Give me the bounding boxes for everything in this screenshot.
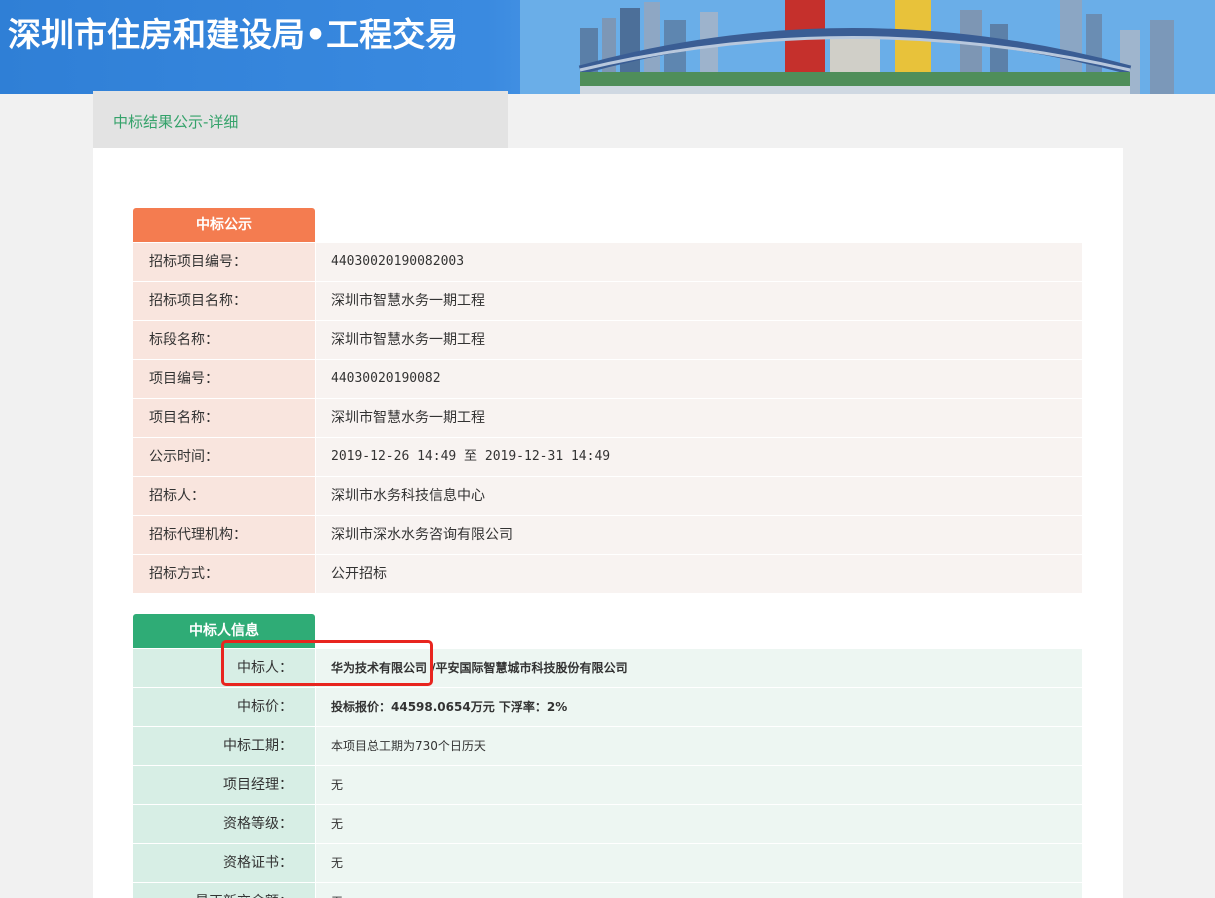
row-label: 标段名称： [133, 321, 315, 359]
table-row: 标段名称： 深圳市智慧水务一期工程 [133, 321, 1082, 360]
row-value: 44030020190082003 [315, 243, 1082, 281]
row-value: 深圳市深水水务咨询有限公司 [315, 516, 1082, 554]
site-header: 深圳市住房和建设局•工程交易 [0, 0, 1215, 94]
row-label: 项目名称： [133, 399, 315, 437]
row-value: 深圳市智慧水务一期工程 [315, 282, 1082, 320]
row-value: 无 [315, 805, 1082, 843]
winner-info-table: 中标人： 华为技术有限公司 /平安国际智慧城市科技股份有限公司 中标价： 投标报价：… [133, 649, 1082, 898]
city-skyline-banner [520, 0, 1215, 94]
row-value: 深圳市智慧水务一期工程 [315, 321, 1082, 359]
row-value: 公开招标 [315, 555, 1082, 593]
table-row: 招标项目编号： 44030020190082003 [133, 243, 1082, 282]
table-row: 中标价： 投标报价：44598.0654万元 下浮率：2% [133, 688, 1082, 727]
row-value: 本项目总工期为730个日历天 [315, 727, 1082, 765]
row-label: 项目编号： [133, 360, 315, 398]
site-title: 深圳市住房和建设局•工程交易 [8, 15, 459, 54]
breadcrumb: 中标结果公示-详细 [93, 91, 508, 148]
table-row: 最正新交金额：无 [133, 883, 1082, 898]
breadcrumb-label: 中标结果公示-详细 [113, 113, 239, 131]
row-value: 深圳市水务科技信息中心 [315, 477, 1082, 515]
row-label: 招标方式： [133, 555, 315, 593]
table-row: 项目经理：无 [133, 766, 1082, 805]
table-row: 项目名称： 深圳市智慧水务一期工程 [133, 399, 1082, 438]
section-tab-bid-notice: 中标公示 [133, 208, 315, 242]
winner-highlight-annotation [221, 640, 433, 686]
table-row: 招标代理机构： 深圳市深水水务咨询有限公司 [133, 516, 1082, 555]
table-row: 资格等级：无 [133, 805, 1082, 844]
row-label: 资格证书： [133, 844, 315, 882]
row-label: 招标代理机构： [133, 516, 315, 554]
row-label: 公示时间： [133, 438, 315, 476]
row-label: 中标价： [133, 688, 315, 726]
table-row: 招标方式： 公开招标 [133, 555, 1082, 594]
table-row: 公示时间： 2019-12-26 14:49 至 2019-12-31 14:49 [133, 438, 1082, 477]
row-value: 2019-12-26 14:49 至 2019-12-31 14:49 [315, 438, 1082, 476]
table-row: 招标人： 深圳市水务科技信息中心 [133, 477, 1082, 516]
row-value: 投标报价：44598.0654万元 下浮率：2% [315, 688, 1082, 726]
row-value: 44030020190082 [315, 360, 1082, 398]
row-label: 项目经理： [133, 766, 315, 804]
row-value: 深圳市智慧水务一期工程 [315, 399, 1082, 437]
row-label: 招标项目名称： [133, 282, 315, 320]
table-row: 项目编号： 44030020190082 [133, 360, 1082, 399]
row-label: 招标人： [133, 477, 315, 515]
bid-notice-table: 招标项目编号： 44030020190082003 招标项目名称： 深圳市智慧水务一… [133, 243, 1082, 594]
row-label: 最正新交金额： [133, 883, 315, 898]
row-value: 无 [315, 844, 1082, 882]
table-row: 招标项目名称： 深圳市智慧水务一期工程 [133, 282, 1082, 321]
row-value: 无 [315, 766, 1082, 804]
row-label: 资格等级： [133, 805, 315, 843]
detail-panel: 中标公示 招标项目编号： 44030020190082003 招标项目名称： 深圳市… [93, 148, 1123, 898]
table-row: 资格证书：无 [133, 844, 1082, 883]
row-label: 中标工期： [133, 727, 315, 765]
row-value: 无 [315, 883, 1082, 898]
row-label: 招标项目编号： [133, 243, 315, 281]
table-row: 中标工期： 本项目总工期为730个日历天 [133, 727, 1082, 766]
